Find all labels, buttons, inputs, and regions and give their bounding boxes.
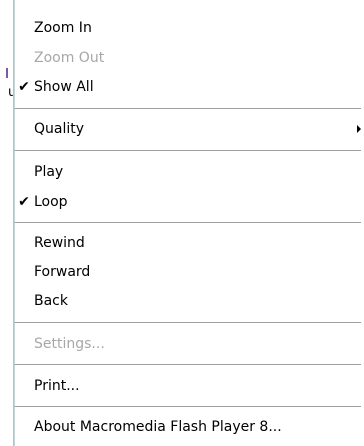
menu-separator — [14, 108, 361, 110]
checkmark-icon: ✔ — [18, 79, 30, 95]
submenu-arrow-icon — [357, 125, 361, 133]
menu-item-zoom-in[interactable]: Zoom In — [14, 16, 361, 40]
menu-item-quality[interactable]: Quality — [14, 117, 361, 141]
menu-item-label: Settings... — [34, 336, 105, 352]
menu-item-label: Rewind — [34, 235, 85, 251]
menu-item-label: Forward — [34, 264, 91, 280]
menu-item-label: Back — [34, 293, 68, 309]
background-app-fragment: u — [0, 0, 16, 446]
menu-item-label: Show All — [34, 79, 94, 95]
menu-separator — [14, 406, 361, 408]
menu-item-label: Zoom Out — [34, 50, 105, 66]
menu-item-forward[interactable]: Forward — [14, 260, 361, 284]
menu-separator — [14, 322, 361, 324]
menu-item-label: Play — [34, 164, 64, 180]
menu-separator — [14, 364, 361, 366]
menu-item-about[interactable]: About Macromedia Flash Player 8... — [14, 415, 361, 439]
menu-item-show-all[interactable]: ✔ Show All — [14, 75, 361, 99]
menu-separator — [14, 222, 361, 224]
menu-item-settings: Settings... — [14, 332, 361, 356]
menu-item-label: About Macromedia Flash Player 8... — [34, 419, 282, 435]
menu-item-label: Print... — [34, 378, 80, 394]
menu-item-label: Quality — [34, 121, 85, 137]
menu-item-rewind[interactable]: Rewind — [14, 231, 361, 255]
menu-item-play[interactable]: Play — [14, 160, 361, 184]
menu-separator — [14, 150, 361, 152]
menu-item-back[interactable]: Back — [14, 289, 361, 313]
flash-player-context-menu: Zoom In Zoom Out ✔ Show All Quality Play… — [13, 0, 361, 446]
menu-item-print[interactable]: Print... — [14, 374, 361, 398]
background-mark — [6, 68, 8, 78]
menu-item-zoom-out: Zoom Out — [14, 46, 361, 70]
menu-item-loop[interactable]: ✔ Loop — [14, 190, 361, 214]
menu-item-label: Zoom In — [34, 20, 92, 36]
menu-item-label: Loop — [34, 194, 68, 210]
menu-left-border — [13, 0, 15, 446]
checkmark-icon: ✔ — [18, 194, 30, 210]
